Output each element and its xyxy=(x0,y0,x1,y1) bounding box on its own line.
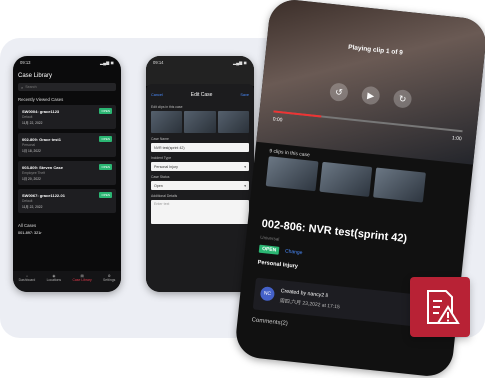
search-icon: ⌕ xyxy=(21,84,24,90)
signal-icon: ▂▄▆ ◼ xyxy=(99,60,114,65)
play-icon[interactable]: ▶ xyxy=(360,85,381,106)
notes-label: Additional Details xyxy=(151,194,178,198)
clip-thumbnail[interactable] xyxy=(184,111,216,133)
incident-value: Personal Injury xyxy=(154,164,178,169)
status-value: Open xyxy=(154,183,163,188)
status-select[interactable]: Open ▾ xyxy=(151,181,249,190)
status-label: Case Status xyxy=(151,175,170,179)
case-date: 11月 22, 2022 xyxy=(22,205,43,209)
video-title: Playing clip 1 of 9 xyxy=(347,43,404,57)
nav-case-library[interactable]: ▤ Case Library xyxy=(72,274,91,282)
case-card[interactable]: 003-809: Steven Case Employee Theft 1月 20,… xyxy=(18,161,116,185)
case-title: 002-806: NVR test(sprint 42) xyxy=(261,217,408,246)
status-bar: 09:14 ▂▄▆ ◼ xyxy=(146,56,254,65)
clip-thumbnails xyxy=(146,111,254,133)
video-player[interactable]: Playing clip 1 of 9 ↺ ▶ ↻ 0:00 1:00 xyxy=(256,0,485,165)
case-date: 11月 22, 2022 xyxy=(22,121,43,125)
signal-icon: ▂▄▆ ◼ xyxy=(232,60,247,65)
status-bar: 09:13 ▂▄▆ ◼ xyxy=(13,56,121,65)
search-placeholder: Search xyxy=(25,85,37,89)
save-button[interactable]: Save xyxy=(240,93,249,97)
nav-locations[interactable]: ◉ Locations xyxy=(47,274,62,282)
alert-document-icon xyxy=(410,277,470,337)
change-link[interactable]: Change xyxy=(285,248,303,256)
cancel-button[interactable]: Cancel xyxy=(151,93,163,97)
created-at: 周四,六月 23,2022 at 17:15 xyxy=(279,298,341,311)
incident-label: Incident Type xyxy=(151,156,172,160)
all-case-item[interactable]: 001-897: 321r xyxy=(18,231,116,235)
rewind-icon[interactable]: ↺ xyxy=(329,82,349,103)
case-title: 003-809: Steven Case xyxy=(22,165,63,170)
incident-type: Personal Injury xyxy=(257,259,299,270)
case-title: SW0067: grace1122-01 xyxy=(22,193,65,198)
clip-thumbnail[interactable] xyxy=(373,167,426,203)
clip-thumbnail[interactable] xyxy=(217,111,249,133)
document-warning-icon xyxy=(427,290,460,324)
sheet-title: Edit Case xyxy=(190,92,213,98)
chevron-down-icon: ▾ xyxy=(244,164,246,169)
chevron-down-icon: ▾ xyxy=(244,183,246,188)
notes-textarea[interactable]: Enter text xyxy=(151,200,249,224)
incident-select[interactable]: Personal Injury ▾ xyxy=(151,162,249,171)
nav-label: Case Library xyxy=(72,278,92,282)
status-badge: OPEN xyxy=(99,136,112,142)
phone-edit-case: 09:14 ▂▄▆ ◼ Cancel Edit Case Save Edit cl… xyxy=(146,56,254,292)
case-sub: Default xyxy=(22,115,33,119)
case-name-label: Case Name xyxy=(151,137,169,141)
search-input[interactable]: ⌕ Search xyxy=(18,83,116,91)
clip-thumbnail[interactable] xyxy=(265,156,319,192)
comments-header[interactable]: Comments(2) xyxy=(251,317,288,327)
nav-label: Settings xyxy=(103,278,116,282)
clock: 09:14 xyxy=(153,60,164,65)
status-badge: OPEN xyxy=(99,164,112,170)
video-controls: ↺ ▶ ↻ xyxy=(261,75,480,116)
nav-dashboard[interactable]: ⌂ Dashboard xyxy=(19,274,36,282)
case-name-field[interactable]: NVR test(sprint 42) xyxy=(151,143,249,152)
edit-sheet: Cancel Edit Case Save Edit clips in this… xyxy=(146,84,254,292)
case-card[interactable]: 002-809: Grace test1 Personal 1月 18, 2022 O… xyxy=(18,133,116,157)
case-location: Universal xyxy=(260,234,280,242)
nav-label: Locations xyxy=(46,278,62,282)
avatar: NC xyxy=(259,286,276,302)
time-end: 1:00 xyxy=(451,135,462,143)
phone-case-library: 09:13 ▂▄▆ ◼ Case Library ⌕ Search Recently… xyxy=(13,56,121,292)
forward-icon[interactable]: ↻ xyxy=(392,88,413,109)
bottom-nav: ⌂ Dashboard ◉ Locations ▤ Case Library ⚙ Set… xyxy=(13,271,121,292)
case-title: SW0004: grace1123 xyxy=(22,109,60,114)
case-card[interactable]: SW0067: grace1122-01 Default 11月 22, 2022 O… xyxy=(18,189,116,213)
case-sub: Personal xyxy=(22,143,36,147)
sheet-header: Cancel Edit Case Save xyxy=(146,84,254,101)
time-start: 0:00 xyxy=(272,116,283,124)
clip-thumbnail[interactable] xyxy=(319,161,373,197)
video-header: 09:14 ▂▄▆ ◼ xyxy=(146,56,254,86)
clip-strip xyxy=(265,156,472,207)
section-recent: Recently Viewed Cases xyxy=(18,97,64,102)
case-sub: Employee Theft xyxy=(22,171,46,175)
case-title: 002-809: Grace test1 xyxy=(22,137,61,142)
status-badge: OPEN xyxy=(99,192,112,198)
page-title: Case Library xyxy=(18,73,53,79)
clock: 09:13 xyxy=(20,60,31,65)
case-sub: Default xyxy=(22,199,33,203)
clips-label: Edit clips in this case xyxy=(151,105,183,109)
case-date: 1月 18, 2022 xyxy=(22,149,41,153)
nav-settings[interactable]: ⚙ Settings xyxy=(103,274,115,282)
status-badge: OPEN xyxy=(258,244,280,255)
section-all: All Cases xyxy=(18,223,37,228)
clip-thumbnail[interactable] xyxy=(151,111,183,133)
nav-label: Dashboard xyxy=(18,278,36,282)
notes-placeholder: Enter text xyxy=(154,202,170,206)
case-card[interactable]: SW0004: grace1123 Default 11月 22, 2022 OPEN xyxy=(18,105,116,129)
case-date: 1月 20, 2022 xyxy=(22,177,41,181)
status-badge: OPEN xyxy=(99,108,112,114)
case-name-value: NVR test(sprint 42) xyxy=(154,145,185,150)
